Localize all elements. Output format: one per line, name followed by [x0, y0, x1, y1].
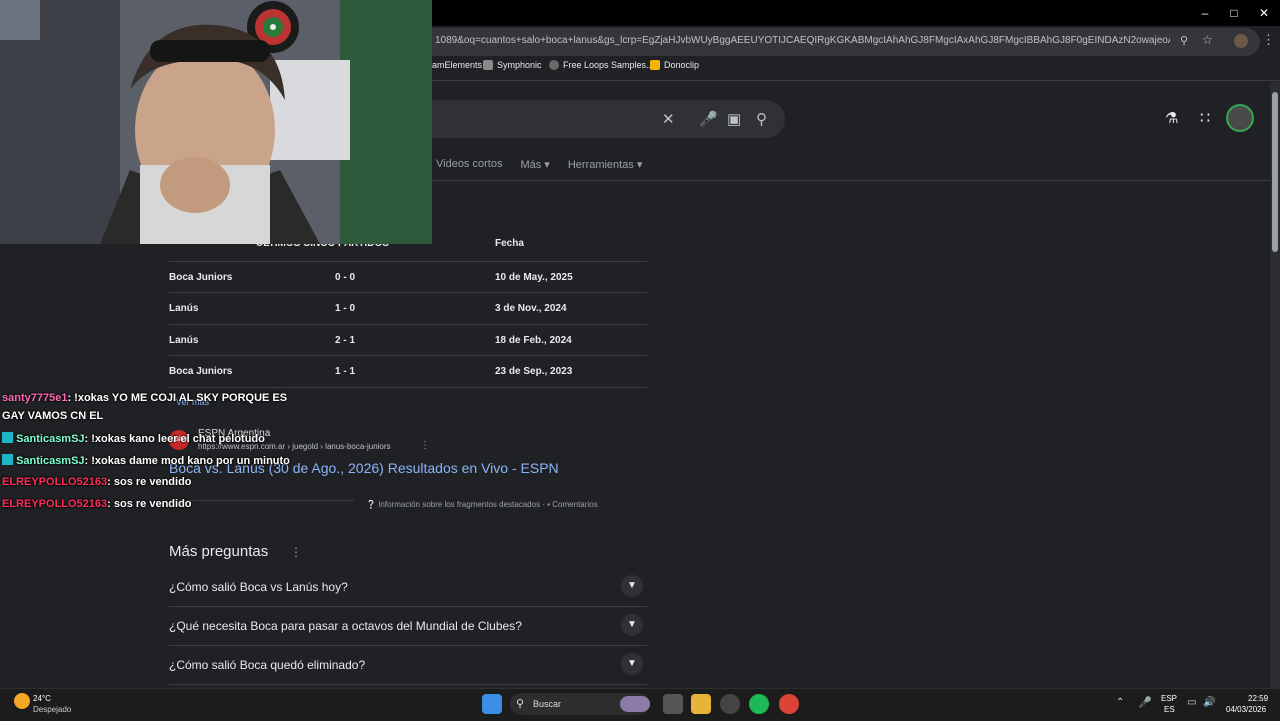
faq-item[interactable]: ¿Cómo salió Boca vs Lanús hoy? ▼	[169, 568, 647, 607]
search-icon: ⚲	[516, 698, 525, 710]
scrollbar-thumb[interactable]	[1272, 92, 1278, 252]
chevron-down-icon[interactable]: ▼	[621, 575, 643, 597]
mas-preguntas-title: Más preguntas	[169, 543, 269, 560]
spotify-icon[interactable]	[749, 694, 769, 714]
url-text[interactable]: 1089&oq=cuantos+salo+boca+lanus&gs_lcrp=…	[435, 35, 1170, 46]
help-icon: ❔	[366, 500, 376, 509]
table-header-fecha: Fecha	[495, 238, 524, 249]
chat-message: ELREYPOLLO52163: sos re vendido	[2, 498, 192, 510]
donoclip-icon	[650, 60, 660, 70]
chat-message: SanticasmSJ: !xokas kano leer el chat pe…	[2, 432, 265, 445]
sub-badge-icon	[2, 454, 13, 465]
symphonic-icon	[483, 60, 493, 70]
task-view-icon[interactable]	[663, 694, 683, 714]
search-icon[interactable]: ⚲	[756, 110, 767, 128]
tab-herramientas[interactable]: Herramientas ▾	[568, 158, 643, 171]
feedback-icon: ▪	[547, 500, 551, 509]
sub-badge-icon	[2, 432, 13, 443]
browser-menu-icon[interactable]: ⋮	[1262, 32, 1275, 48]
snippet-info-link[interactable]: Información sobre los fragmentos destaca…	[378, 500, 540, 509]
table-row: Lanús 2 - 1 18 de Feb., 2024	[169, 324, 647, 356]
chat-message: ELREYPOLLO52163: sos re vendido	[2, 476, 192, 488]
zoom-icon[interactable]: ⚲	[1180, 34, 1188, 47]
close-window-button[interactable]: ✕	[1249, 4, 1279, 22]
clock-date[interactable]: 04/03/2026	[1226, 705, 1266, 714]
file-explorer-icon[interactable]	[691, 694, 711, 714]
language-indicator[interactable]: ESP	[1161, 694, 1177, 703]
divider	[169, 500, 354, 501]
bookmark-item[interactable]: amElements	[432, 60, 482, 70]
chat-message: SanticasmSJ: !xokas dame mod kano por un…	[2, 454, 290, 467]
taskbar-search-label: Buscar	[533, 699, 562, 709]
table-row: Boca Juniors 0 - 0 10 de May., 2025	[169, 261, 647, 293]
labs-icon[interactable]: ⚗	[1165, 109, 1178, 127]
chat-message: GAY VAMOS CN EL	[2, 410, 104, 422]
snippet-footer: ❔ Información sobre los fragmentos desta…	[366, 500, 598, 509]
account-avatar[interactable]	[1226, 104, 1254, 132]
bookmark-item[interactable]: Symphonic	[483, 60, 542, 70]
table-row: Lanús 1 - 0 3 de Nov., 2024	[169, 292, 647, 324]
microphone-icon[interactable]: 🎤	[1138, 696, 1152, 709]
apps-grid-icon[interactable]: ∷	[1200, 108, 1210, 128]
minimize-button[interactable]: –	[1190, 4, 1220, 22]
bookmark-item[interactable]: Free Loops Samples...	[549, 60, 654, 70]
clock-time[interactable]: 22:59	[1248, 694, 1268, 703]
more-options-icon[interactable]: ⋮	[290, 545, 302, 559]
faq-item[interactable]: ¿Qué necesita Boca para pasar a octavos …	[169, 607, 647, 646]
windows-start-icon[interactable]	[482, 694, 502, 714]
more-options-icon[interactable]: ⋮	[420, 440, 430, 451]
chevron-down-icon[interactable]: ▼	[621, 653, 643, 675]
maximize-button[interactable]: □	[1219, 4, 1249, 22]
show-hidden-icons-icon[interactable]: ⌃	[1116, 697, 1124, 708]
lens-search-icon[interactable]: ▣	[727, 110, 741, 128]
volume-icon[interactable]: 🔊	[1203, 697, 1215, 708]
tab-videos-cortos[interactable]: Videos cortos	[436, 158, 502, 171]
clear-search-icon[interactable]: ✕	[662, 110, 675, 128]
app-icon[interactable]	[720, 694, 740, 714]
network-icon[interactable]: ▭	[1187, 697, 1196, 708]
weather-temp[interactable]: 24°C	[33, 694, 51, 703]
bookmark-item[interactable]: Donoclip	[650, 60, 699, 70]
webcam-overlay	[0, 0, 432, 244]
tab-mas[interactable]: Más ▾	[520, 158, 549, 171]
chrome-icon[interactable]	[779, 694, 799, 714]
voice-search-icon[interactable]: 🎤	[699, 110, 718, 128]
search-highlight-icon	[620, 696, 650, 712]
weather-icon[interactable]	[14, 693, 30, 709]
bookmark-star-icon[interactable]: ☆	[1202, 33, 1213, 47]
streamer-camera-image	[0, 0, 432, 244]
comments-link[interactable]: Comentarios	[552, 500, 597, 509]
keyboard-layout[interactable]: ES	[1164, 705, 1175, 714]
chevron-down-icon[interactable]: ▼	[621, 614, 643, 636]
weather-desc[interactable]: Despejado	[33, 705, 71, 714]
faq-item[interactable]: ¿Cómo salió Boca quedó eliminado? ▼	[169, 646, 647, 685]
profile-avatar[interactable]	[1234, 34, 1248, 48]
search-tabs: Videos cortos Más ▾ Herramientas ▾	[436, 158, 642, 171]
loops-icon	[549, 60, 559, 70]
chat-message: santy7775e1: !xokas YO ME COJI AL SKY PO…	[2, 392, 288, 404]
table-row: Boca Juniors 1 - 1 23 de Sep., 2023	[169, 355, 647, 388]
